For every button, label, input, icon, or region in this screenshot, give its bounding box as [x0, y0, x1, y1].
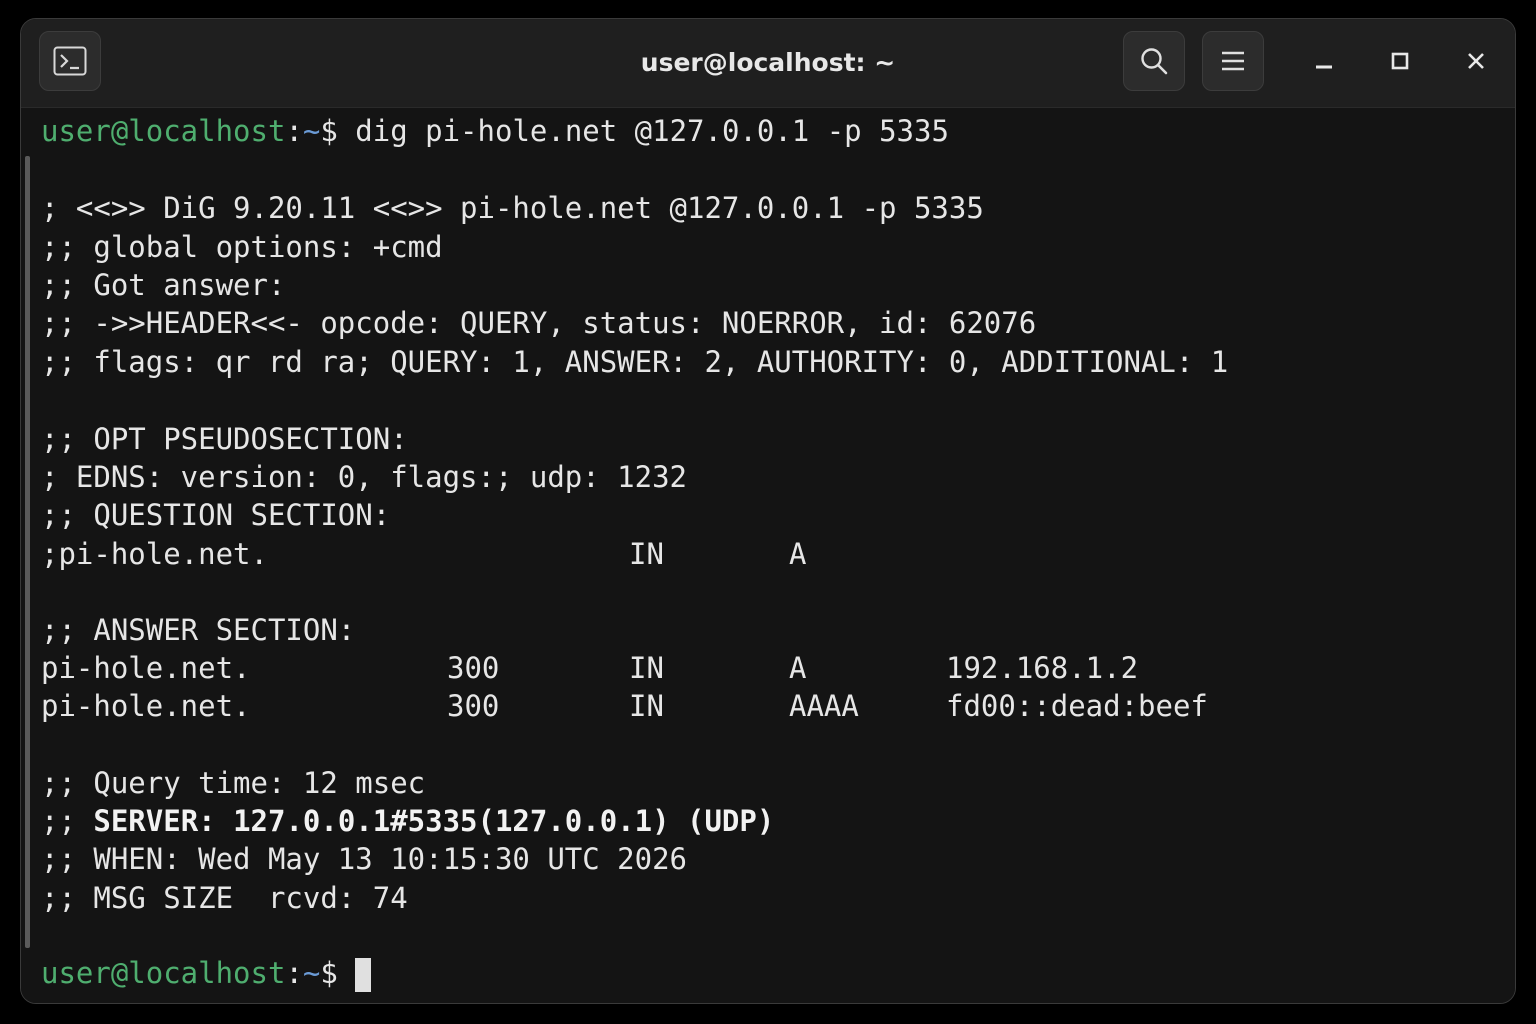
output-when: ;; WHEN: Wed May 13 10:15:30 UTC 2026 — [41, 842, 688, 876]
answer-name: pi-hole.net. — [41, 651, 251, 685]
text-cursor — [355, 958, 372, 992]
output-opt-title: ;; OPT PSEUDOSECTION: — [41, 422, 408, 456]
terminal-icon — [53, 46, 87, 76]
answer-class: IN — [629, 651, 664, 685]
maximize-button[interactable] — [1378, 41, 1422, 85]
output-banner: ; <<>> DiG 9.20.11 <<>> pi-hole.net @127… — [41, 191, 984, 225]
maximize-icon — [1390, 51, 1410, 75]
answer-type: AAAA — [789, 689, 859, 723]
close-button[interactable] — [1454, 41, 1498, 85]
output-edns: ; EDNS: version: 0, flags:; udp: 1232 — [41, 460, 688, 494]
output-answer-title: ;; ANSWER SECTION: — [41, 613, 356, 647]
prompt-user: user@localhost — [41, 956, 286, 990]
command-line: user@localhost:~$ dig pi-hole.net @127.0… — [41, 112, 949, 150]
prompt-user: user@localhost — [41, 114, 286, 148]
output-server: SERVER: 127.0.0.1#5335(127.0.0.1) (UDP) — [93, 804, 775, 838]
menu-button[interactable] — [1202, 31, 1264, 91]
output-question-title: ;; QUESTION SECTION: — [41, 498, 391, 532]
search-button[interactable] — [1123, 31, 1185, 91]
question-type: A — [789, 537, 807, 571]
answer-name: pi-hole.net. — [41, 689, 251, 723]
answer-data: fd00::dead:beef — [946, 689, 1208, 723]
prompt-symbol: $ — [320, 956, 338, 990]
output-msg-size: ;; MSG SIZE rcvd: 74 — [41, 881, 408, 915]
terminal-window: user@localhost: ~ user@localhost:~$ dig … — [20, 18, 1516, 1004]
minimize-icon — [1314, 51, 1334, 75]
command-text: dig pi-hole.net @127.0.0.1 -p 5335 — [337, 114, 949, 148]
close-icon — [1466, 51, 1486, 75]
answer-ttl: 300 — [447, 689, 500, 723]
new-tab-button[interactable] — [39, 31, 101, 91]
answer-data: 192.168.1.2 — [946, 651, 1139, 685]
hamburger-menu-icon — [1220, 50, 1246, 72]
question-name: ;pi-hole.net. — [41, 537, 268, 571]
scrollbar[interactable] — [25, 156, 30, 948]
prompt-separator: : — [285, 114, 303, 148]
answer-ttl: 300 — [447, 651, 500, 685]
output-global-options: ;; global options: +cmd — [41, 230, 443, 264]
output-query-time: ;; Query time: 12 msec — [41, 766, 426, 800]
search-icon — [1139, 46, 1169, 76]
output-flags: ;; flags: qr rd ra; QUERY: 1, ANSWER: 2,… — [41, 345, 1229, 379]
minimize-button[interactable] — [1302, 41, 1346, 85]
answer-class: IN — [629, 689, 664, 723]
answer-type: A — [789, 651, 807, 685]
output-header: ;; ->>HEADER<<- opcode: QUERY, status: N… — [41, 306, 1037, 340]
prompt-path: ~ — [302, 114, 321, 148]
output-got-answer: ;; Got answer: — [41, 268, 286, 302]
prompt-path: ~ — [302, 956, 321, 990]
prompt-separator: : — [285, 956, 303, 990]
server-prefix: ;; — [41, 804, 94, 838]
title-bar: user@localhost: ~ — [21, 19, 1515, 108]
terminal-output-area[interactable]: user@localhost:~$ dig pi-hole.net @127.0… — [21, 108, 1515, 1003]
prompt-symbol: $ — [320, 114, 338, 148]
window-title: user@localhost: ~ — [640, 48, 896, 77]
question-class: IN — [629, 537, 664, 571]
output-server-line: ;; SERVER: 127.0.0.1#5335(127.0.0.1) (UD… — [41, 802, 774, 840]
prompt-line[interactable]: user@localhost:~$ — [41, 954, 372, 992]
